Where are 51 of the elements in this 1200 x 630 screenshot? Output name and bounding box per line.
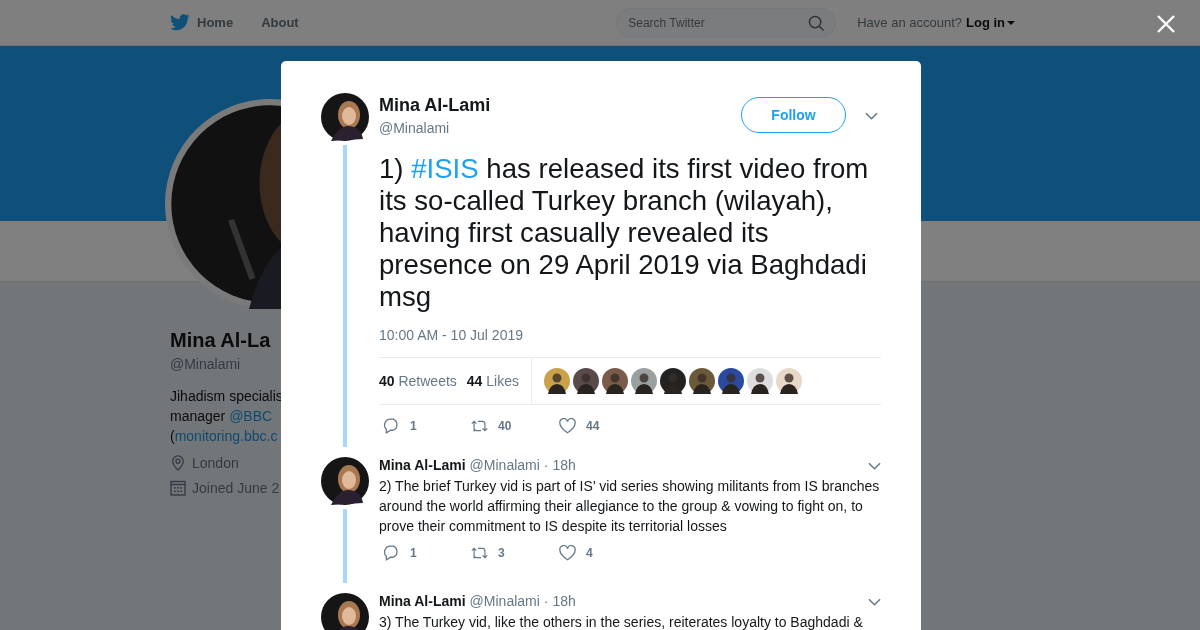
author-handle: @Minalami bbox=[469, 593, 540, 609]
chevron-icon[interactable] bbox=[868, 598, 881, 606]
joined-text: Joined June 2 bbox=[192, 480, 280, 496]
search-field[interactable]: Search Twitter bbox=[616, 7, 837, 38]
caret-icon bbox=[1007, 20, 1015, 25]
bio-link[interactable]: @BBC bbox=[229, 408, 273, 424]
action-count: 4 bbox=[586, 546, 593, 560]
retweet-icon[interactable] bbox=[471, 545, 488, 561]
close-icon[interactable] bbox=[1156, 14, 1176, 34]
profile-name: Mina Al-La bbox=[170, 329, 272, 352]
tweet-time: · 18h bbox=[543, 593, 576, 609]
location-text: London bbox=[192, 455, 239, 471]
bio-text: manager @BBC bbox=[170, 407, 274, 426]
action-count: 3 bbox=[498, 546, 505, 560]
reply-text: 3) The Turkey vid, like the others in the series, reiterates loyalty to Baghdadi & bbox=[379, 613, 864, 630]
stat-link[interactable]: 40 Retweets bbox=[379, 373, 457, 389]
nav-link[interactable]: About bbox=[261, 15, 299, 30]
tweet-text: 1) #ISIS has released its first video from its so-called Turkey branch (wilayah), having first casually revealed its presence on 29 April 2019 via Baghdadi msg bbox=[379, 153, 870, 313]
search-icon bbox=[808, 14, 826, 32]
tweet-time: · 18h bbox=[543, 457, 576, 473]
reply-icon[interactable] bbox=[383, 545, 400, 561]
profile-handle: @Minalami bbox=[170, 356, 242, 372]
follow-button[interactable]: Follow bbox=[741, 97, 846, 133]
chevron-icon[interactable] bbox=[868, 462, 881, 470]
action-count: 44 bbox=[586, 419, 600, 433]
action-count: 1 bbox=[410, 419, 417, 433]
location-pin-icon bbox=[170, 455, 186, 471]
bird-icon bbox=[170, 14, 190, 31]
retweet-icon[interactable] bbox=[471, 418, 488, 434]
stat-link[interactable]: 44 Likes bbox=[466, 373, 519, 389]
bio-text: (monitoring.bbc.c bbox=[170, 427, 279, 446]
action-count: 40 bbox=[498, 419, 512, 433]
author-name: Mina Al-Lami bbox=[379, 95, 492, 116]
author-name: Mina Al-Lami bbox=[379, 593, 466, 609]
hashtag-link[interactable]: #ISIS bbox=[411, 153, 479, 184]
heart-icon[interactable] bbox=[559, 545, 576, 561]
chevron-icon[interactable] bbox=[865, 112, 878, 120]
author-handle: @Minalami bbox=[379, 120, 451, 136]
reply-text: 2) The brief Turkey vid is part of IS’ vid series showing militants from IS branches around the world affirming their allegiance to the group & vowing to fight on, to prove their commitment to IS despite its territorial losses bbox=[379, 477, 881, 536]
action-count: 1 bbox=[410, 546, 417, 560]
heart-icon[interactable] bbox=[559, 418, 576, 434]
author-name: Mina Al-Lami bbox=[379, 457, 466, 473]
bio-text: Jihadism specialis bbox=[170, 387, 280, 406]
reply-icon[interactable] bbox=[383, 418, 400, 434]
nav-link[interactable]: Home bbox=[197, 15, 234, 30]
bio-link[interactable]: monitoring.bbc.c bbox=[174, 428, 278, 444]
account-prompt: Have an account? bbox=[857, 15, 962, 30]
author-handle: @Minalami bbox=[469, 457, 540, 473]
tweet-time: 10:00 AM - 10 Jul 2019 bbox=[379, 327, 524, 343]
calendar-icon bbox=[170, 480, 186, 496]
login-link[interactable]: Log in bbox=[966, 15, 1015, 30]
